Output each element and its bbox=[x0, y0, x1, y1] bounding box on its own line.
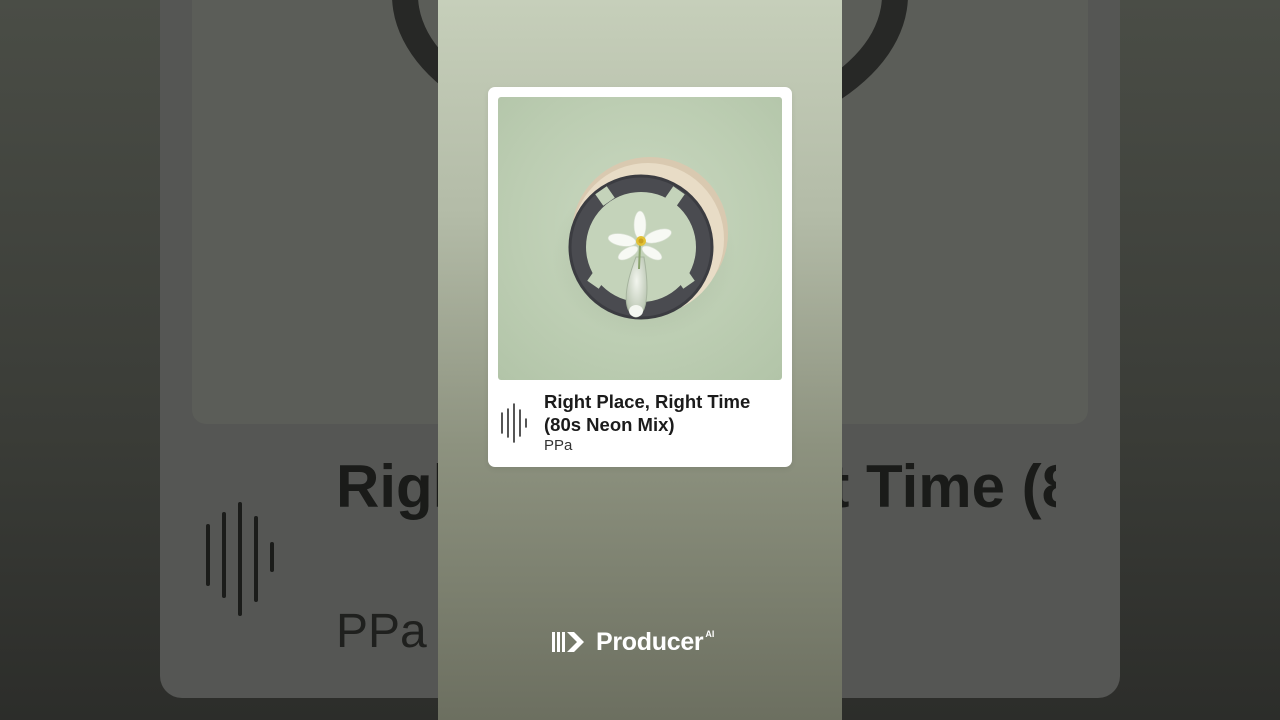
blurred-waveform-icon bbox=[206, 502, 274, 616]
video-panel: Right Place, Right Time (80s Neon Mix) P… bbox=[438, 0, 842, 720]
track-title: Right Place, Right Time (80s Neon Mix) bbox=[544, 391, 751, 435]
track-artist[interactable]: PPa bbox=[544, 437, 572, 454]
brand-name: Producer bbox=[596, 627, 704, 656]
waveform-icon bbox=[501, 403, 527, 443]
track-card[interactable]: Right Place, Right Time (80s Neon Mix) P… bbox=[488, 87, 792, 467]
album-art bbox=[498, 97, 782, 380]
blurred-track-artist: PPa bbox=[336, 605, 427, 658]
album-art-image bbox=[552, 157, 736, 339]
brand-superscript: AI bbox=[705, 629, 715, 639]
producer-brand: Producer AI bbox=[552, 627, 714, 657]
producer-logo-icon bbox=[552, 632, 584, 652]
